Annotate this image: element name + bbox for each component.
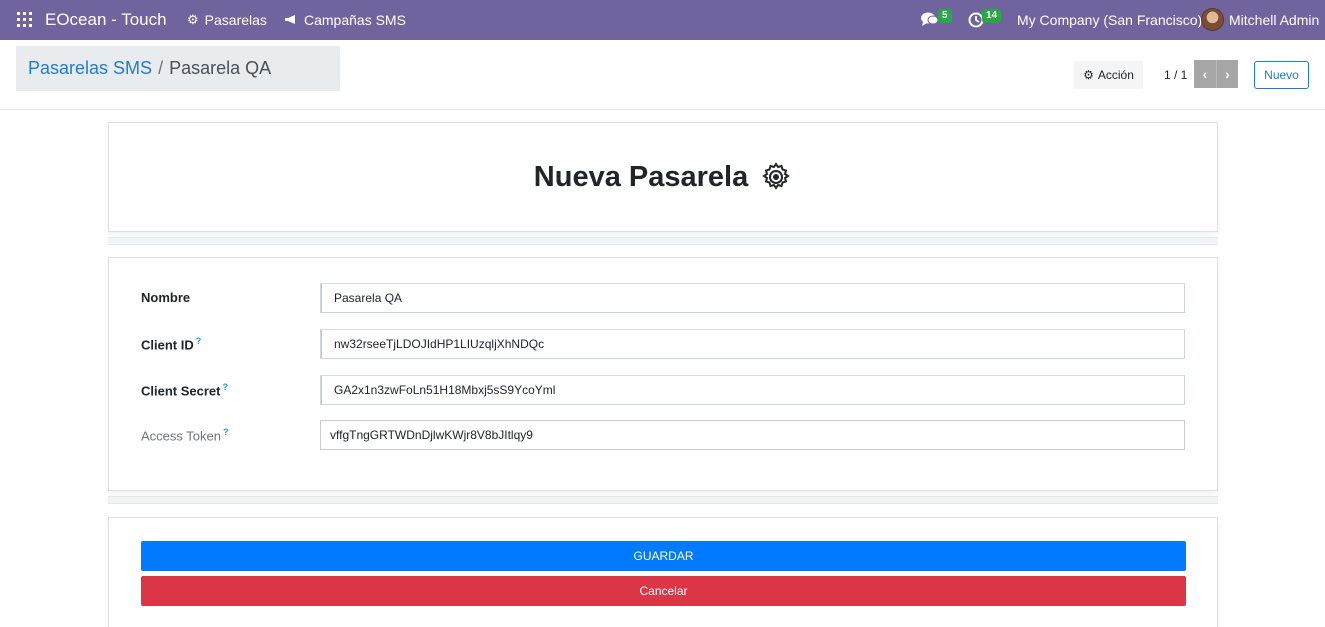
pager-previous-button[interactable]: ‹	[1194, 60, 1216, 88]
field-row-client-id: Client ID?	[141, 329, 1186, 359]
company-switcher[interactable]: My Company (San Francisco)	[1017, 12, 1202, 28]
form-title-wrapper: Nueva Pasarela	[534, 161, 792, 194]
messages-icon[interactable]	[921, 11, 939, 32]
save-button[interactable]: GUARDAR	[141, 541, 1186, 571]
field-label: Client Secret?	[141, 382, 228, 399]
pager-next-button[interactable]: ›	[1216, 60, 1238, 88]
breadcrumb: Pasarelas SMS / Pasarela QA	[16, 46, 340, 91]
pager-value[interactable]: 1 / 1	[1164, 68, 1187, 82]
field-label: Client ID?	[141, 336, 202, 353]
sheet-separator	[108, 496, 1218, 504]
user-menu[interactable]: Mitchell Admin	[1229, 12, 1319, 28]
menu-item-label: Campañas SMS	[304, 12, 406, 28]
help-icon[interactable]: ?	[196, 336, 202, 346]
nombre-input[interactable]	[320, 283, 1185, 313]
app-title[interactable]: EOcean - Touch	[45, 10, 167, 30]
activities-count-badge: 14	[982, 9, 1002, 23]
cancel-button[interactable]: Cancelar	[141, 576, 1186, 606]
buttons-card: GUARDAR Cancelar	[108, 517, 1218, 627]
sheet-separator	[108, 237, 1218, 245]
top-navbar: EOcean - Touch ⚙ Pasarelas Campañas SMS …	[0, 0, 1325, 40]
field-label: Access Token?	[141, 427, 229, 444]
chevron-right-icon: ›	[1225, 66, 1230, 82]
form-card: Nombre Client ID? Client Secret? Access …	[108, 257, 1218, 491]
megaphone-icon	[284, 13, 298, 28]
help-icon[interactable]: ?	[223, 427, 229, 437]
gear-icon: ⚙	[187, 12, 199, 27]
field-row-nombre: Nombre	[141, 283, 1186, 313]
messages-count-badge: 5	[938, 9, 952, 23]
field-label: Nombre	[141, 290, 191, 305]
access-token-input[interactable]	[320, 420, 1185, 450]
chevron-left-icon: ‹	[1202, 66, 1208, 82]
new-button[interactable]: Nuevo	[1254, 61, 1309, 89]
menu-item-label: Pasarelas	[204, 12, 267, 28]
menu-item-campanas-sms[interactable]: Campañas SMS	[284, 12, 406, 28]
apps-menu-icon[interactable]	[17, 12, 32, 27]
form-title: Nueva Pasarela	[533, 160, 749, 193]
help-icon[interactable]: ?	[222, 382, 228, 392]
gear-icon	[762, 162, 791, 190]
action-label: Acción	[1097, 68, 1134, 82]
field-row-client-secret: Client Secret?	[141, 375, 1186, 405]
menu-item-pasarelas[interactable]: ⚙ Pasarelas	[187, 12, 267, 28]
action-button[interactable]: ⚙ Acción	[1074, 61, 1143, 89]
breadcrumb-current: Pasarela QA	[169, 58, 272, 78]
gear-icon: ⚙	[1083, 68, 1094, 82]
client-secret-input[interactable]	[320, 375, 1185, 405]
avatar[interactable]	[1201, 8, 1224, 31]
title-card: Nueva Pasarela	[108, 122, 1218, 232]
control-panel: Pasarelas SMS / Pasarela QA ⚙ Acción 1 /…	[0, 40, 1325, 110]
field-row-access-token: Access Token?	[141, 420, 1186, 450]
client-id-input[interactable]	[320, 329, 1185, 359]
breadcrumb-separator: /	[158, 58, 164, 78]
breadcrumb-parent-link[interactable]: Pasarelas SMS	[28, 58, 152, 79]
